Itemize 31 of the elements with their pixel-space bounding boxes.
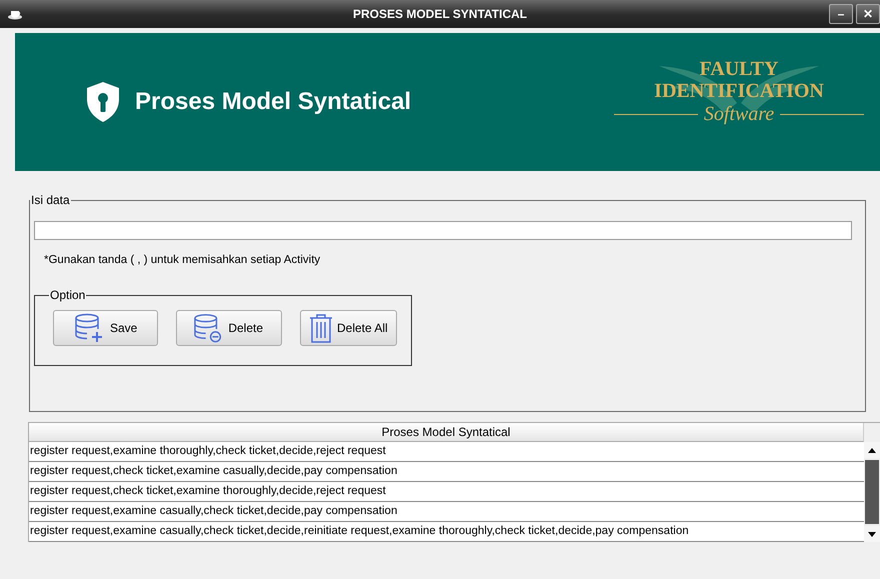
scroll-thumb[interactable] [865,460,879,524]
data-input-field[interactable] [34,221,852,240]
scrollbar[interactable] [864,442,880,542]
logo-text: FAULTY [700,58,778,80]
minimize-button[interactable]: – [829,4,853,24]
close-button[interactable]: ✕ [856,4,880,24]
scroll-up-button[interactable] [864,442,880,458]
trash-icon [309,313,333,343]
column-header[interactable]: Proses Model Syntatical [29,423,864,442]
table-cell: register request,check ticket,examine casually,decide,pay compensation [29,462,864,482]
hint-text: *Gunakan tanda ( , ) untuk memisahkan setiap Activity [44,254,322,266]
table-cell: register request,check ticket,examine thoroughly,decide,reject request [29,482,864,502]
coffee-cup-icon [8,8,24,20]
group-label: Isi data [30,193,71,207]
caret-up-icon [868,448,876,452]
logo-script-text: Software [704,102,774,126]
delete-all-button[interactable]: Delete All [300,310,397,346]
table-cell: register request,examine casually,check ticket,decide,reinitiate request,examine thoroughly,check ticket,decide,pay compensation [29,522,864,542]
header-title: Proses Model Syntatical [135,88,412,116]
database-add-icon [74,313,104,343]
shield-lock-icon [85,81,121,123]
logo-text: IDENTIFICATION [654,80,824,102]
table-cell: register request,examine casually,check ticket,decide,pay compensation [29,502,864,522]
window-title: PROSES MODEL SYNTATICAL [353,7,527,21]
delete-button[interactable]: Delete [176,310,282,346]
scroll-down-button[interactable] [864,526,880,542]
save-button[interactable]: Save [53,310,158,346]
caret-down-icon [868,532,876,536]
group-label: Option [49,288,86,302]
database-remove-icon [193,313,222,343]
table-cell: register request,examine thoroughly,check ticket,decide,reject request [29,442,864,462]
